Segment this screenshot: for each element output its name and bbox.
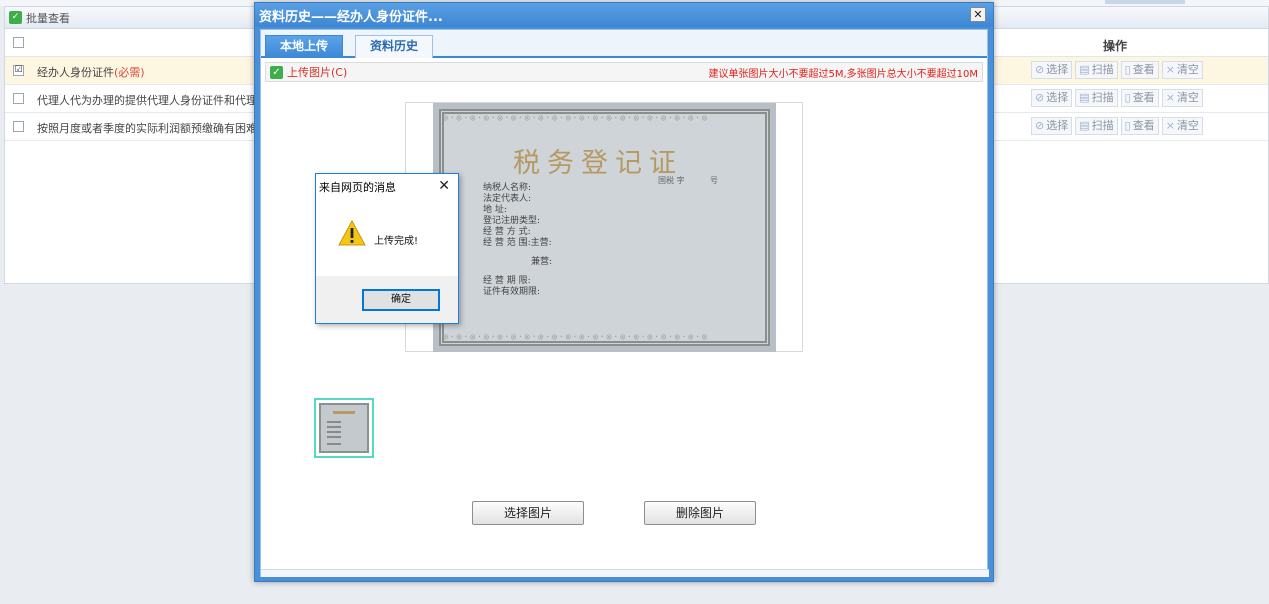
alert-close-button[interactable]: ✕: [438, 178, 450, 194]
tab-local-upload[interactable]: 本地上传: [265, 35, 344, 58]
paperclip-icon: ⊘: [1035, 91, 1045, 104]
close-icon: ×: [1165, 119, 1175, 132]
required-mark: (必需): [114, 66, 145, 79]
tab-material-history[interactable]: 资料历史: [355, 35, 434, 58]
paperclip-icon: ⊘: [1035, 63, 1045, 76]
row-checkbox[interactable]: ☑: [13, 65, 24, 76]
alert-message: 上传完成!: [374, 236, 419, 247]
clear-button[interactable]: × 清空: [1161, 117, 1203, 135]
clear-button[interactable]: × 清空: [1161, 89, 1203, 107]
view-button[interactable]: ▯ 查看: [1120, 61, 1159, 79]
document-icon: ▯: [1124, 91, 1131, 104]
scan-button[interactable]: ▤ 扫描: [1075, 61, 1118, 79]
dialog-close-button[interactable]: ✕: [970, 7, 986, 22]
row-operations: ⊘ 选择 ▤ 扫描 ▯ 查看 × 清空: [1031, 89, 1203, 107]
certificate-number: 国税 字 号: [658, 176, 718, 185]
row-operations: ⊘ 选择 ▤ 扫描 ▯ 查看 × 清空: [1031, 117, 1203, 135]
alert-dialog: 来自网页的消息 ✕ 上传完成! 确定: [315, 173, 459, 324]
row-label: 按照月度或者季度的实际利润额预缴确有困难的: [37, 122, 268, 135]
view-button[interactable]: ▯ 查看: [1120, 117, 1159, 135]
close-icon: ×: [1165, 91, 1175, 104]
alert-title[interactable]: 来自网页的消息: [316, 174, 458, 200]
row-checkbox[interactable]: [13, 121, 24, 132]
alert-footer: 确定: [316, 276, 458, 323]
warning-icon: [338, 220, 366, 246]
select-all-checkbox[interactable]: [13, 37, 24, 48]
select-button[interactable]: ⊘ 选择: [1031, 117, 1073, 135]
select-button[interactable]: ⊘ 选择: [1031, 61, 1073, 79]
size-hint: 建议单张图片大小不要超过5M,多张图片总大小不要超过10M: [708, 68, 978, 80]
scanner-icon: ▤: [1079, 91, 1090, 104]
paperclip-icon: ⊘: [1035, 119, 1045, 132]
checkmark-icon: ✓: [270, 65, 283, 79]
ok-button[interactable]: 确定: [362, 289, 440, 311]
scan-button[interactable]: ▤ 扫描: [1075, 117, 1118, 135]
image-thumbnail[interactable]: [314, 398, 374, 458]
row-label: 代理人代为办理的提供代理人身份证件和代理委: [37, 94, 268, 107]
document-icon: ▯: [1124, 63, 1131, 76]
delete-image-button[interactable]: 删除图片: [644, 501, 756, 525]
top-tab-indicator: [1105, 0, 1185, 4]
scan-button[interactable]: ▤ 扫描: [1075, 89, 1118, 107]
choose-image-button[interactable]: 选择图片: [472, 501, 584, 525]
dialog-tabs: 本地上传 资料历史: [261, 30, 987, 58]
dialog-footer: [261, 569, 989, 577]
certificate-fields: 纳税人名称: 法定代表人: 地 址: 登记注册类型: 经 营 方 式: 经 营 …: [483, 183, 553, 297]
dialog-title: 资料历史——经办人身份证件...: [259, 9, 443, 25]
operations-column-title: 操作: [1103, 39, 1128, 53]
view-button[interactable]: ▯ 查看: [1120, 89, 1159, 107]
row-operations: ⊘ 选择 ▤ 扫描 ▯ 查看 × 清空: [1031, 61, 1203, 79]
upload-image-button[interactable]: 上传图片(C): [287, 64, 347, 80]
scanner-icon: ▤: [1079, 63, 1090, 76]
clear-button[interactable]: × 清空: [1161, 61, 1203, 79]
upload-toolbar: ✓ 上传图片(C) 建议单张图片大小不要超过5M,多张图片总大小不要超过10M: [265, 62, 983, 82]
document-icon: ▯: [1124, 119, 1131, 132]
dialog-titlebar[interactable]: 资料历史——经办人身份证件...: [255, 3, 993, 27]
alert-body: 上传完成!: [316, 200, 458, 276]
close-icon: ×: [1165, 63, 1175, 76]
select-button[interactable]: ⊘ 选择: [1031, 89, 1073, 107]
batch-view-icon: ✓: [9, 11, 22, 24]
scanner-icon: ▤: [1079, 119, 1090, 132]
row-checkbox[interactable]: [13, 93, 24, 104]
image-preview: ◎·◎·◎·◎·◎·◎·◎·◎·◎·◎·◎·◎·◎·◎·◎·◎·◎·◎·◎·◎ …: [405, 102, 803, 352]
panel-title: 批量查看: [26, 11, 70, 25]
certificate-image: ◎·◎·◎·◎·◎·◎·◎·◎·◎·◎·◎·◎·◎·◎·◎·◎·◎·◎·◎·◎ …: [433, 103, 776, 352]
row-label: 经办人身份证件(必需): [37, 66, 145, 79]
